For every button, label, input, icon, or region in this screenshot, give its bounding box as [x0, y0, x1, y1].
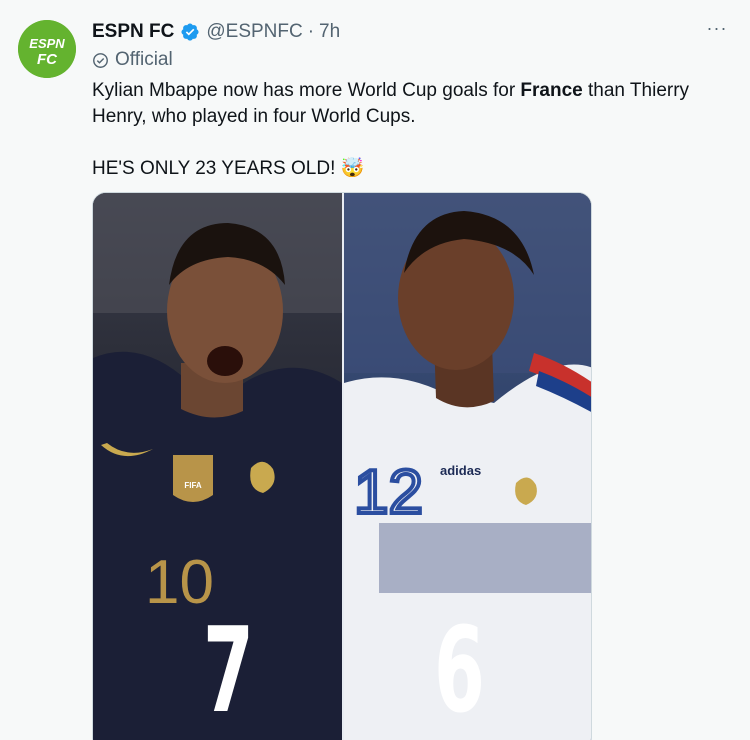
more-options-button[interactable]: ···	[704, 18, 730, 44]
avatar-text-bottom: FC	[37, 51, 58, 68]
separator-dot: ·	[307, 21, 315, 42]
tweet-media-image[interactable]: FIFA 10 7 12 adidas 6	[92, 192, 592, 740]
henry-jersey-number: 12	[354, 458, 423, 527]
text-bold-france: France	[520, 80, 583, 101]
tweet-header: ESPN FC @ESPNFC · 7h	[92, 20, 340, 44]
adidas-logo-text: adidas	[440, 463, 481, 478]
avatar[interactable]: ESPN FC	[18, 20, 76, 78]
more-options-icon: ···	[706, 18, 728, 38]
tweet-timestamp[interactable]: 7h	[319, 20, 340, 44]
text-segment: Kylian Mbappe now has more World Cup goa…	[92, 80, 521, 101]
henry-goal-count: 6	[434, 601, 485, 739]
fifa-badge-text: FIFA	[184, 481, 202, 490]
mbappe-goal-count: 7	[203, 601, 254, 739]
tweet-text-line-3: HE'S ONLY 23 YEARS OLD! 🤯	[92, 158, 365, 179]
verified-badge-icon	[180, 22, 200, 42]
mbappe-photo-panel: FIFA 10 7	[93, 193, 342, 740]
author-name[interactable]: ESPN FC	[92, 20, 174, 44]
official-check-icon	[92, 52, 109, 69]
author-handle[interactable]: @ESPNFC	[206, 20, 302, 44]
text-segment: than Thierry	[582, 80, 690, 101]
avatar-text-top: ESPN	[29, 36, 65, 51]
official-label: Official	[92, 49, 173, 71]
tweet-text-line-1: Kylian Mbappe now has more World Cup goa…	[92, 78, 712, 104]
espn-fc-logo: ESPN FC	[18, 20, 76, 78]
official-label-text: Official	[115, 49, 173, 70]
tweet-text-line-2: Henry, who played in four World Cups.	[92, 106, 416, 127]
tweet[interactable]: ESPN FC ESPN FC @ESPNFC · 7h ··· Officia…	[0, 0, 750, 740]
henry-photo-panel: 12 adidas 6	[344, 193, 591, 740]
tweet-text: Kylian Mbappe now has more World Cup goa…	[92, 78, 712, 182]
